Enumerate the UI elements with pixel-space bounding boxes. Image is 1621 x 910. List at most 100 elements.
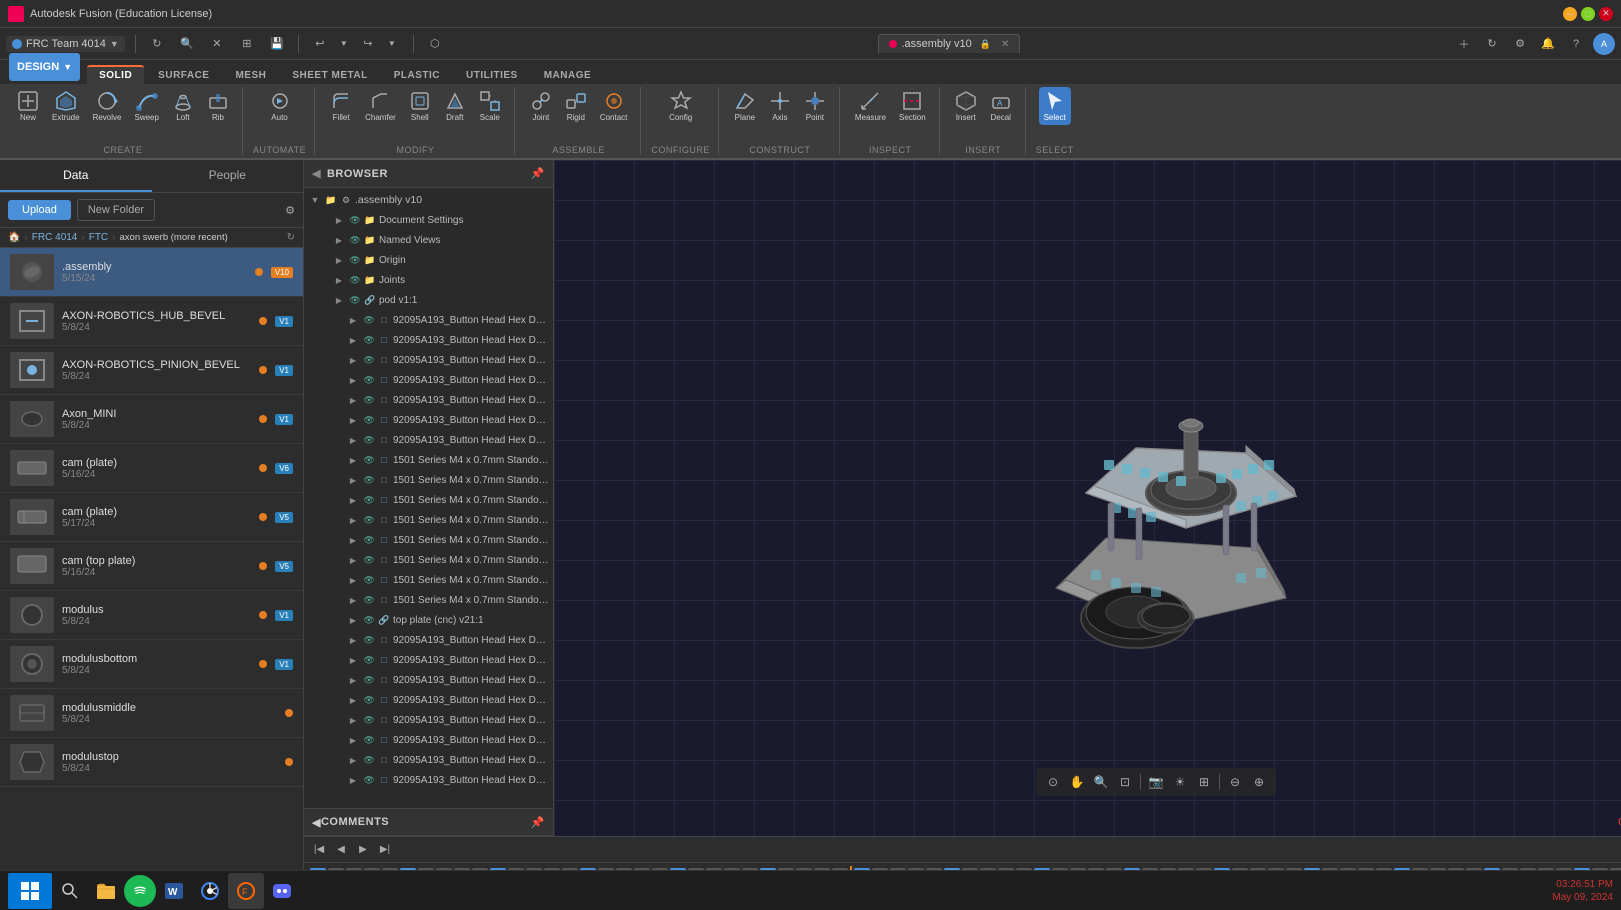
refresh-button[interactable]: ↻ [146, 33, 168, 55]
visibility-icon[interactable]: 👁 [348, 213, 362, 227]
visibility-icon[interactable]: 👁 [362, 733, 376, 747]
visibility-icon[interactable]: 👁 [362, 773, 376, 787]
file-item[interactable]: cam (plate) 5/16/24 V6 [0, 444, 303, 493]
file-item[interactable]: cam (top plate) 5/16/24 V5 [0, 542, 303, 591]
tree-item[interactable]: ▶ 👁 📁 Named Views [304, 230, 553, 250]
camera-btn[interactable]: 📷 [1145, 771, 1167, 793]
tree-expand-icon[interactable]: ▶ [346, 533, 360, 547]
tree-expand-icon[interactable]: ▶ [346, 313, 360, 327]
revolve-btn[interactable]: Revolve [88, 87, 127, 125]
visibility-icon[interactable]: 👁 [348, 233, 362, 247]
tree-expand-icon[interactable]: ▶ [346, 773, 360, 787]
tree-expand-icon[interactable]: ▶ [346, 513, 360, 527]
draft-btn[interactable]: Draft [439, 87, 471, 125]
tree-expand-icon[interactable]: ▶ [332, 293, 346, 307]
sweep-btn[interactable]: Sweep [129, 87, 163, 125]
tree-item[interactable]: ▶ 👁 □ 92095A193_Button Head Hex Dri... [304, 690, 553, 710]
tree-item[interactable]: ▶ 👁 □ 92095A193_Button Head Hex Dri... [304, 750, 553, 770]
tree-expand-icon[interactable]: ▶ [346, 493, 360, 507]
browser-collapse-icon[interactable]: ◀ [312, 167, 321, 180]
3d-print-button[interactable]: ⬡ [424, 33, 446, 55]
root-expand[interactable]: ▼ [308, 193, 322, 207]
automate-btn[interactable]: Auto [264, 87, 296, 125]
assembly-tab-close[interactable]: ✕ [1001, 39, 1009, 50]
tree-expand-icon[interactable]: ▶ [346, 653, 360, 667]
tl-rew-btn[interactable]: ◀ [332, 841, 350, 859]
upload-button[interactable]: Upload [8, 200, 71, 220]
tree-item[interactable]: ▶ 👁 □ 1501 Series M4 x 0.7mm Standoff... [304, 450, 553, 470]
visibility-icon[interactable]: 👁 [348, 253, 362, 267]
help-button[interactable]: ? [1565, 33, 1587, 55]
new-folder-button[interactable]: New Folder [77, 199, 155, 221]
section-btn[interactable]: Section [894, 87, 931, 125]
section-view-btn[interactable]: ⊖ [1224, 771, 1246, 793]
chrome-btn[interactable] [192, 873, 228, 909]
visibility-icon[interactable]: 👁 [362, 693, 376, 707]
tree-item[interactable]: ▶ 👁 □ 92095A193_Button Head Hex Dri... [304, 730, 553, 750]
search-taskbar-btn[interactable] [52, 873, 88, 909]
close-button[interactable]: ✕ [1599, 7, 1613, 21]
tree-expand-icon[interactable]: ▶ [346, 453, 360, 467]
tree-expand-icon[interactable]: ▶ [332, 233, 346, 247]
visibility-icon[interactable]: 👁 [362, 493, 376, 507]
tree-expand-icon[interactable]: ▶ [332, 213, 346, 227]
grid-view-button[interactable]: ⊞ [236, 33, 258, 55]
assemble-btn-2[interactable]: Rigid [560, 87, 592, 125]
axis-btn[interactable]: Axis [764, 87, 796, 125]
visibility-icon[interactable]: 👁 [362, 553, 376, 567]
assembly-tab[interactable]: .assembly v10 🔒 ✕ [878, 34, 1020, 53]
breadcrumb-home[interactable]: 🏠 [8, 232, 20, 243]
fillet-btn[interactable]: Fillet [325, 87, 357, 125]
refresh-view-button[interactable]: ↻ [1481, 33, 1503, 55]
tree-item[interactable]: ▶ 👁 🔗 top plate (cnc) v21:1 [304, 610, 553, 630]
joint-btn[interactable]: Joint [525, 87, 557, 125]
tab-mesh[interactable]: MESH [223, 67, 278, 84]
undo-dropdown[interactable]: ▼ [333, 33, 355, 55]
settings-gear-button[interactable]: ⚙ [1509, 33, 1531, 55]
tree-item[interactable]: ▶ 👁 □ 1501 Series M4 x 0.7mm Standoff... [304, 470, 553, 490]
zoom-btn[interactable]: 🔍 [1090, 771, 1112, 793]
comments-collapse-icon[interactable]: ◀ [312, 816, 321, 829]
chamfer-btn[interactable]: Chamfer [360, 87, 401, 125]
contact-btn[interactable]: Contact [595, 87, 633, 125]
tab-utilities[interactable]: UTILITIES [454, 67, 530, 84]
visibility-icon[interactable]: 👁 [362, 453, 376, 467]
tree-item[interactable]: ▶ 👁 □ 1501 Series M4 x 0.7mm Standoff... [304, 490, 553, 510]
file-item[interactable]: modulus 5/8/24 V1 [0, 591, 303, 640]
point-btn[interactable]: Point [799, 87, 831, 125]
viewport[interactable]: TOP FRONT RIGHT [554, 160, 1621, 836]
measure-btn[interactable]: Measure [850, 87, 891, 125]
pan-btn[interactable]: ✋ [1066, 771, 1088, 793]
tree-expand-icon[interactable]: ▶ [346, 473, 360, 487]
visibility-icon[interactable]: 👁 [362, 713, 376, 727]
tl-fwd-btn[interactable]: ▶| [376, 841, 394, 859]
tree-item[interactable]: ▶ 👁 🔗 pod v1:1 [304, 290, 553, 310]
design-button[interactable]: DESIGN ▼ [9, 53, 80, 81]
tree-item[interactable]: ▶ 👁 □ 92095A193_Button Head Hex Dri... [304, 410, 553, 430]
visibility-icon[interactable]: 👁 [362, 313, 376, 327]
visibility-icon[interactable]: 👁 [362, 413, 376, 427]
rib-btn[interactable]: Rib [202, 87, 234, 125]
fit-btn[interactable]: ⊡ [1114, 771, 1136, 793]
account-button[interactable]: A [1593, 33, 1615, 55]
visibility-icon[interactable]: 👁 [362, 353, 376, 367]
save-button[interactable]: 💾 [266, 33, 288, 55]
tree-expand-icon[interactable]: ▶ [346, 593, 360, 607]
visibility-icon[interactable]: 👁 [348, 293, 362, 307]
visibility-icon[interactable]: 👁 [362, 673, 376, 687]
cancel-button[interactable]: ✕ [206, 33, 228, 55]
visibility-icon[interactable]: 👁 [362, 473, 376, 487]
visibility-icon[interactable]: 👁 [362, 393, 376, 407]
tree-item[interactable]: ▶ 👁 □ 92095A193_Button Head Hex Dri... [304, 350, 553, 370]
tree-item[interactable]: ▶ 👁 📁 Joints [304, 270, 553, 290]
tab-manage[interactable]: MANAGE [532, 67, 603, 84]
tl-prev-btn[interactable]: |◀ [310, 841, 328, 859]
tree-item[interactable]: ▶ 👁 □ 92095A193_Button Head Hex Dri... [304, 630, 553, 650]
tree-expand-icon[interactable]: ▶ [346, 433, 360, 447]
browser-root-item[interactable]: ▼ 📁 ⚙ .assembly v10 [304, 190, 553, 210]
tree-item[interactable]: ▶ 👁 □ 92095A193_Button Head Hex Dri... [304, 670, 553, 690]
redo-dropdown[interactable]: ▼ [381, 33, 403, 55]
extrude-btn[interactable]: Extrude [47, 87, 85, 125]
visibility-icon[interactable]: 👁 [362, 753, 376, 767]
tree-item[interactable]: ▶ 👁 📁 Document Settings [304, 210, 553, 230]
